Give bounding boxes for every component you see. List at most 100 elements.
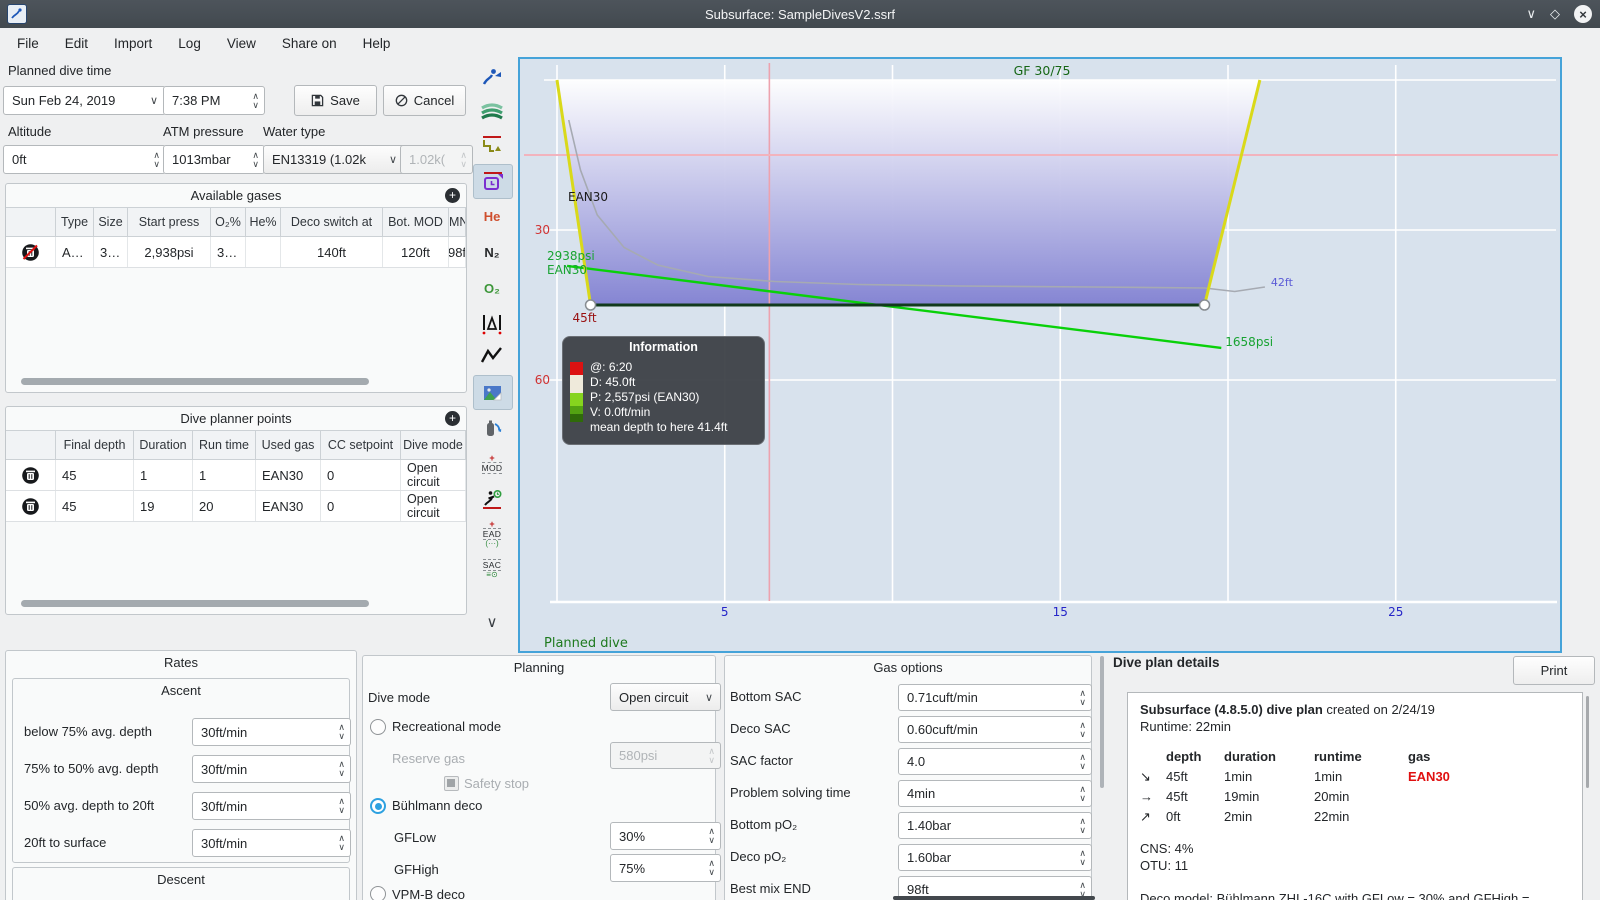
spin-arrows-icon[interactable]: ∧ ∨	[1079, 752, 1086, 771]
dive-profile-chart[interactable]: GF 30/75 EAN30 2938psi EAN30 1658psi 42ft 45ft…	[518, 57, 1565, 653]
gas-switch-icon[interactable]	[473, 411, 511, 444]
dive-mode-select[interactable]: Open circuit ∨	[610, 683, 721, 711]
dive-sites-icon[interactable]	[473, 60, 511, 93]
table-cell[interactable]: 0	[321, 460, 401, 490]
menu-share-on[interactable]: Share on	[269, 36, 350, 51]
time-stepper[interactable]: 7:38 PM ∧ ∨	[163, 86, 265, 115]
delete-row-icon[interactable]	[21, 497, 40, 516]
column-header[interactable]: CC setpoint	[321, 431, 401, 459]
spin-arrows-icon[interactable]: ∧ ∨	[708, 859, 715, 877]
gas-option-stepper[interactable]: 0.71cuft/min ∧ ∨	[898, 684, 1092, 711]
cancel-button[interactable]: Cancel	[383, 85, 466, 116]
table-row[interactable]: A… 3… 2,938psi 3… 140ft 120ft 98f	[6, 237, 466, 268]
profile-handle[interactable]	[1198, 299, 1211, 311]
column-header[interactable]: O₂%	[211, 208, 246, 236]
column-header[interactable]: Used gas	[256, 431, 321, 459]
altitude-stepper[interactable]: 0ft ∧ ∨	[3, 145, 166, 174]
plan-notes-scrollbar[interactable]	[1586, 696, 1589, 788]
ascent-rate-stepper[interactable]: 30ft/min ∧ ∨	[192, 792, 351, 820]
nitrogen-pp-icon[interactable]: N₂	[473, 236, 511, 269]
bottom-scrollbar[interactable]	[893, 896, 1095, 900]
table-cell[interactable]: 140ft	[281, 237, 383, 267]
table-cell[interactable]: EAN30	[256, 460, 321, 490]
column-header[interactable]: He%	[246, 208, 281, 236]
add-point-button[interactable]: +	[445, 411, 460, 426]
table-cell[interactable]: 3…	[211, 237, 246, 267]
column-header[interactable]: Final depth	[56, 431, 134, 459]
ead-icon[interactable]: + EAD (···)	[473, 517, 511, 550]
column-header[interactable]: Deco switch at	[281, 208, 383, 236]
table-cell[interactable]: 120ft	[383, 237, 449, 267]
table-row[interactable]: 45 1 1 EAN30 0 Open circuit	[6, 460, 466, 491]
oxygen-pp-icon[interactable]: O₂	[473, 272, 511, 305]
gas-option-stepper[interactable]: 1.60bar ∧ ∨	[898, 844, 1092, 871]
helium-pp-icon[interactable]: He	[473, 200, 511, 233]
sac-icon[interactable]: SAC ≡⊙	[473, 552, 511, 585]
table-cell[interactable]: Open circuit	[401, 491, 466, 521]
table-cell[interactable]: 2,938psi	[128, 237, 211, 267]
add-gas-button[interactable]: +	[445, 188, 460, 203]
recreational-mode-radio[interactable]	[370, 719, 386, 735]
menu-file[interactable]: File	[4, 36, 52, 51]
spin-arrows-icon[interactable]: ∧ ∨	[338, 834, 345, 852]
heartrate-icon[interactable]	[473, 340, 511, 373]
tissue-delta-icon[interactable]	[473, 306, 511, 339]
bottom-vscrollbar[interactable]	[1100, 656, 1104, 788]
toolbar-scroll-down-button[interactable]: ∨	[473, 605, 511, 638]
table-cell[interactable]: 98f	[449, 237, 466, 267]
gas-option-stepper[interactable]: 4.0 ∧ ∨	[898, 748, 1092, 775]
mod-icon[interactable]: + MOD	[473, 447, 511, 480]
points-hscrollbar[interactable]	[21, 600, 369, 607]
profile-handle[interactable]	[584, 299, 597, 311]
table-row[interactable]: 45 19 20 EAN30 0 Open circuit	[6, 491, 466, 522]
table-cell[interactable]: 1	[134, 460, 193, 490]
gas-option-stepper[interactable]: 0.60cuft/min ∧ ∨	[898, 716, 1092, 743]
spin-arrows-icon[interactable]: ∧ ∨	[338, 760, 345, 778]
menu-import[interactable]: Import	[101, 36, 165, 51]
close-icon[interactable]: ×	[1574, 5, 1592, 23]
spin-arrows-icon[interactable]: ∧ ∨	[1079, 720, 1086, 739]
column-header[interactable]: Duration	[134, 431, 193, 459]
date-select[interactable]: Sun Feb 24, 2019 ∨	[3, 86, 166, 115]
table-cell[interactable]: Open circuit	[401, 460, 466, 490]
table-cell[interactable]: 20	[193, 491, 256, 521]
spin-arrows-icon[interactable]: ∧ ∨	[153, 150, 160, 169]
save-button[interactable]: Save	[294, 85, 377, 116]
gflow-stepper[interactable]: 30% ∧ ∨	[610, 822, 721, 850]
gfhigh-stepper[interactable]: 75% ∧ ∨	[610, 854, 721, 882]
spin-arrows-icon[interactable]: ∧ ∨	[1079, 848, 1086, 867]
water-conditions-icon[interactable]	[473, 95, 511, 128]
ascent-rate-stepper[interactable]: 30ft/min ∧ ∨	[192, 718, 351, 746]
print-button[interactable]: Print	[1513, 656, 1595, 685]
ascent-rate-stepper[interactable]: 30ft/min ∧ ∨	[192, 829, 351, 857]
spin-arrows-icon[interactable]: ∧ ∨	[252, 91, 259, 110]
ascent-rate-stepper[interactable]: 30ft/min ∧ ∨	[192, 755, 351, 783]
delete-row-icon[interactable]	[21, 466, 40, 485]
gas-option-stepper[interactable]: 1.40bar ∧ ∨	[898, 812, 1092, 839]
table-cell[interactable]: EAN30	[256, 491, 321, 521]
table-cell[interactable]: 19	[134, 491, 193, 521]
spin-arrows-icon[interactable]: ∧ ∨	[1079, 688, 1086, 707]
photos-icon[interactable]	[473, 375, 513, 410]
spin-arrows-icon[interactable]: ∧ ∨	[1079, 784, 1086, 803]
table-cell[interactable]	[246, 237, 281, 267]
column-header[interactable]: Type	[56, 208, 94, 236]
water-type-select[interactable]: EN13319 (1.02k ∨	[263, 145, 405, 174]
dive-planner-icon[interactable]	[473, 164, 513, 199]
menu-view[interactable]: View	[214, 36, 269, 51]
buhlmann-deco-radio[interactable]	[370, 798, 386, 814]
table-cell[interactable]: 45	[56, 460, 134, 490]
gas-option-stepper[interactable]: 4min ∧ ∨	[898, 780, 1092, 807]
table-cell[interactable]: 3…	[94, 237, 128, 267]
table-cell[interactable]: 45	[56, 491, 134, 521]
spin-arrows-icon[interactable]: ∧ ∨	[338, 797, 345, 815]
spin-arrows-icon[interactable]: ∧ ∨	[1079, 816, 1086, 835]
column-header[interactable]: Dive mode	[401, 431, 466, 459]
maximize-icon[interactable]: ◇	[1550, 6, 1560, 22]
menu-log[interactable]: Log	[165, 36, 214, 51]
atm-pressure-stepper[interactable]: 1013mbar ∧ ∨	[163, 145, 265, 174]
table-cell[interactable]: 1	[193, 460, 256, 490]
spin-arrows-icon[interactable]: ∧ ∨	[338, 723, 345, 741]
column-header[interactable]: Run time	[193, 431, 256, 459]
table-cell[interactable]: A…	[56, 237, 94, 267]
